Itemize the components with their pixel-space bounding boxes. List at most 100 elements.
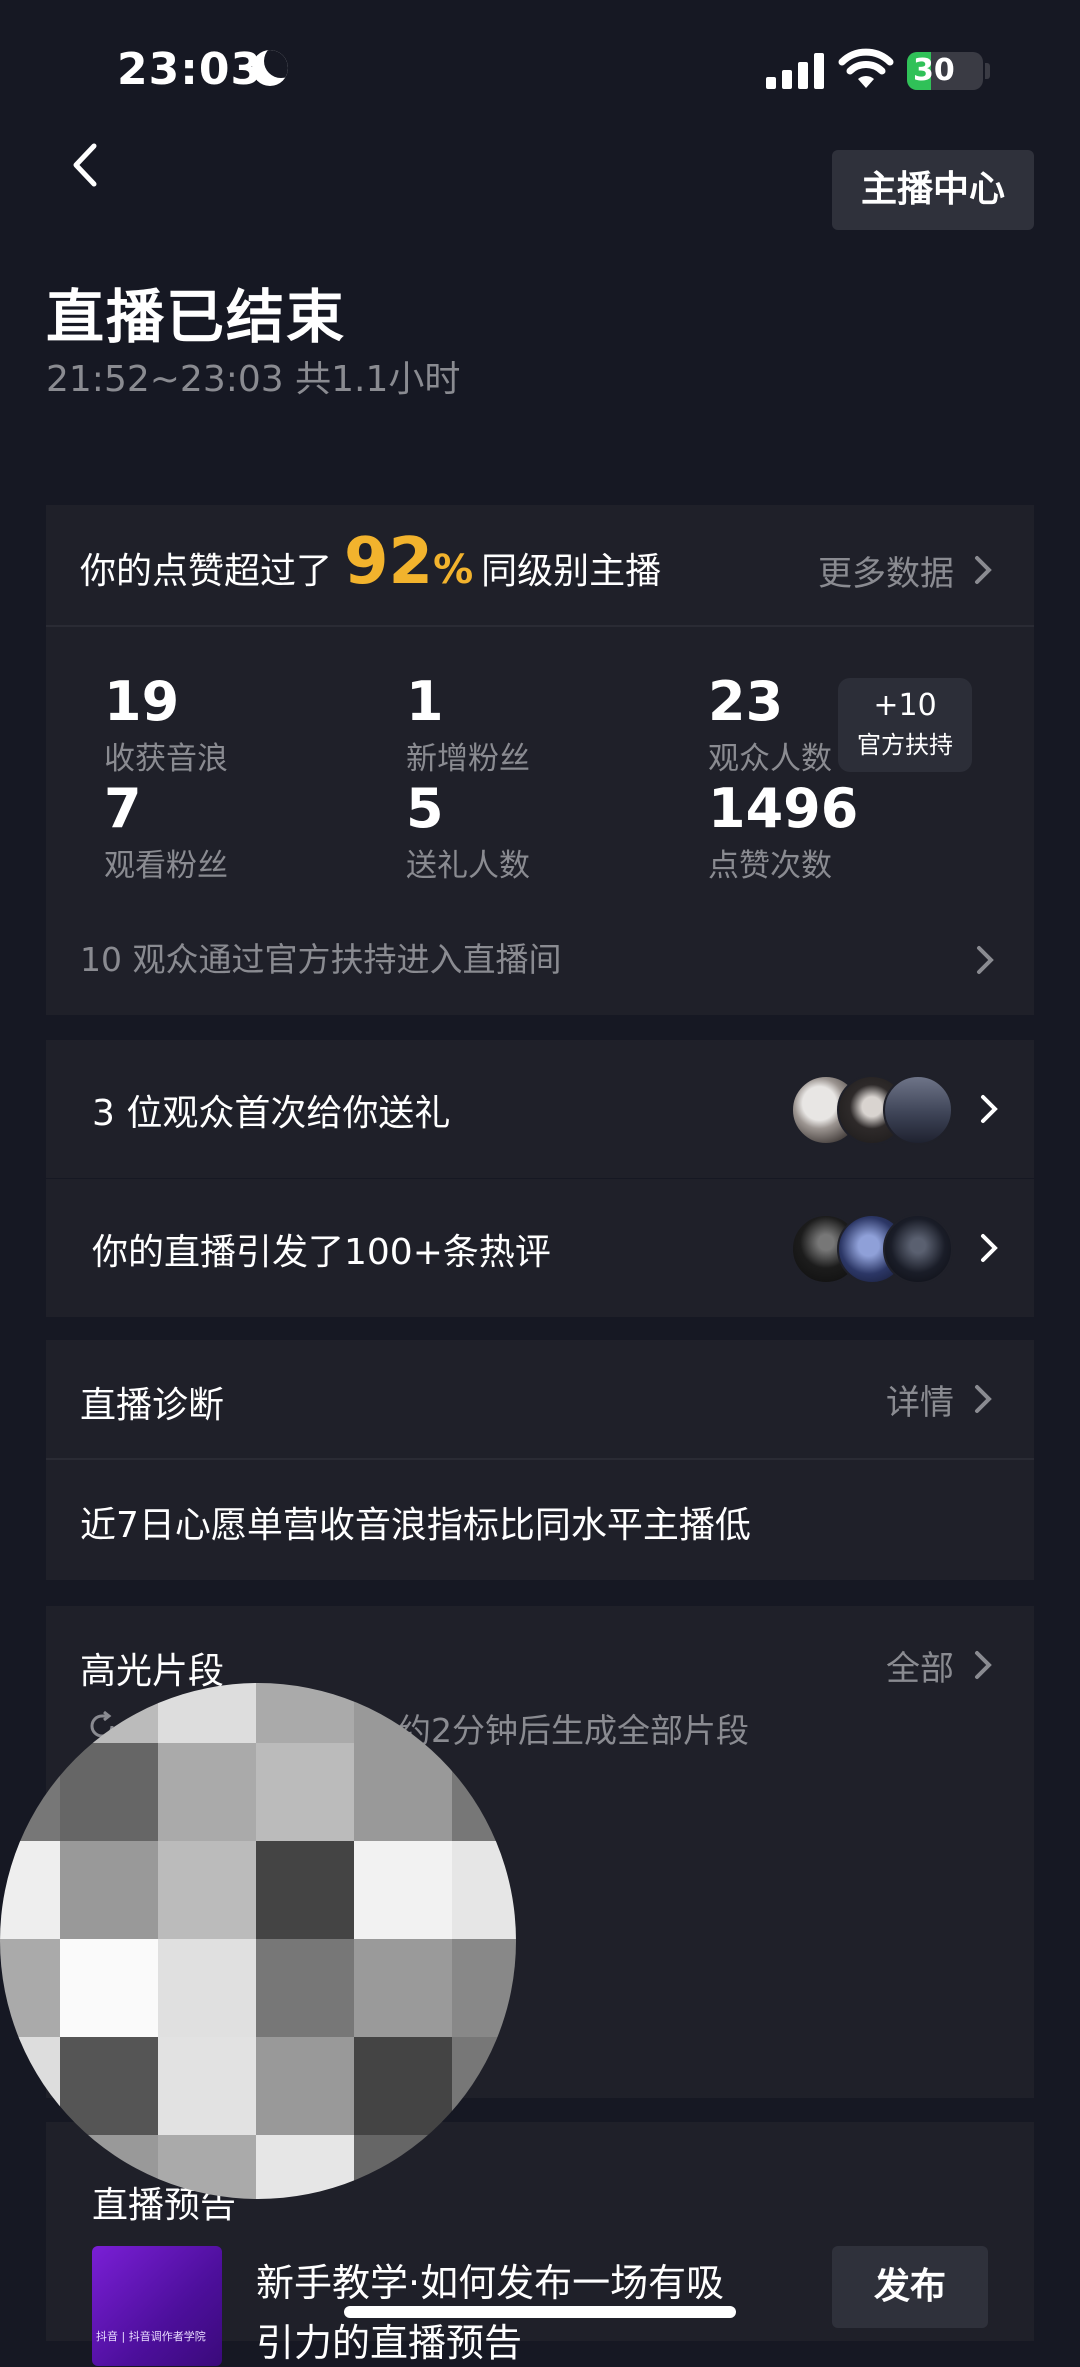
mosaic-cell <box>60 1683 158 1743</box>
mosaic-cell <box>452 1841 516 1939</box>
mosaic-cell <box>158 1743 256 1841</box>
status-bar: 23:03 30 <box>0 0 1080 140</box>
gifter-avatars <box>791 1075 953 1145</box>
divider <box>46 625 1034 627</box>
mosaic-cell <box>354 2037 452 2135</box>
stat-item: 19 收获音浪 <box>104 670 228 778</box>
more-data-link[interactable]: 更多数据 <box>818 545 992 595</box>
wifi-icon <box>838 48 894 88</box>
stat-value: 1496 <box>708 777 859 840</box>
summary-card: 你的点赞超过了 92 % 同级别主播 更多数据 19 收获音浪 1 新增粉丝 2… <box>46 505 1034 1015</box>
diagnosis-card: 直播诊断 详情 近7日心愿单营收音浪指标比同水平主播低 <box>46 1340 1034 1580</box>
mosaic-cell <box>60 2037 158 2135</box>
pixelated-overlay <box>0 1683 516 2199</box>
mosaic-cell <box>256 1841 354 1939</box>
preview-thumbnail[interactable]: 抖音 | 抖音调作者学院 <box>92 2246 222 2366</box>
mosaic-cell <box>158 1841 256 1939</box>
stat-value: 19 <box>104 670 180 733</box>
mosaic-cell <box>354 1939 452 2037</box>
mosaic-cell <box>0 1683 60 1743</box>
host-center-button[interactable]: 主播中心 <box>832 150 1034 230</box>
status-time: 23:03 <box>117 44 263 95</box>
stat-label: 点赞次数 <box>708 848 832 884</box>
likes-percent: 92 <box>344 525 434 599</box>
stat-value: 7 <box>104 777 142 840</box>
stat-item: 1496 点赞次数 <box>708 777 858 885</box>
stat-item: 5 送礼人数 <box>406 777 530 885</box>
highlights-all-link[interactable]: 全部 <box>886 1640 992 1690</box>
likes-suffix: 同级别主播 <box>481 551 662 592</box>
battery-icon: 30 <box>907 52 983 90</box>
stat-value: 5 <box>406 777 444 840</box>
chevron-right-icon <box>981 1234 998 1262</box>
mosaic-cell <box>256 1743 354 1841</box>
preview-text-line2: 引力的直播预告 <box>256 2321 523 2365</box>
mosaic-cell <box>158 2037 256 2135</box>
stat-label: 观众人数 <box>708 741 832 777</box>
first-gift-row[interactable]: 3 位观众首次给你送礼 <box>46 1040 1034 1178</box>
stat-value: 23 <box>708 670 784 733</box>
mosaic-cell <box>354 1841 452 1939</box>
official-support-text: 10 观众通过官方扶持进入直播间 <box>80 940 562 979</box>
diagnosis-details-link[interactable]: 详情 <box>886 1374 992 1424</box>
stat-label: 收获音浪 <box>104 741 228 777</box>
diagnosis-details-label: 详情 <box>886 1382 954 1423</box>
mosaic-cell <box>0 1743 60 1841</box>
hot-comments-label: 你的直播引发了100+条热评 <box>92 1232 551 1273</box>
diagnosis-text: 近7日心愿单营收音浪指标比同水平主播低 <box>80 1505 751 1546</box>
back-icon[interactable] <box>66 140 106 190</box>
mosaic-cell <box>60 1939 158 2037</box>
mosaic-cell <box>256 1939 354 2037</box>
more-data-label: 更多数据 <box>818 553 954 594</box>
mosaic-cell <box>354 1683 452 1743</box>
mosaic-cell <box>158 2135 256 2199</box>
stat-label: 送礼人数 <box>406 848 530 884</box>
mosaic-cell <box>0 1841 60 1939</box>
stat-item: 1 新增粉丝 <box>406 670 530 778</box>
divider <box>46 1458 1034 1460</box>
stat-label: 观看粉丝 <box>104 848 228 884</box>
stat-value: 1 <box>406 670 444 733</box>
mosaic-cell <box>354 2135 452 2199</box>
mosaic-cell <box>60 2135 158 2199</box>
mosaic-cell <box>452 1743 516 1841</box>
mosaic-cell <box>60 1841 158 1939</box>
diagnosis-title: 直播诊断 <box>80 1385 225 1426</box>
commenter-avatars <box>791 1214 953 1284</box>
mosaic-cell <box>256 2135 354 2199</box>
mosaic-cell <box>0 2037 60 2135</box>
mosaic-cell <box>158 1683 256 1743</box>
preview-text-line1: 新手教学·如何发布一场有吸 <box>256 2261 725 2305</box>
thumbnail-caption: 抖音 | 抖音调作者学院 <box>96 2330 206 2343</box>
publish-button[interactable]: 发布 <box>832 2246 988 2328</box>
likes-prefix: 你的点赞超过了 <box>80 551 333 592</box>
page-title: 直播已结束 <box>46 283 347 351</box>
hot-comments-row[interactable]: 你的直播引发了100+条热评 <box>46 1179 1034 1317</box>
chevron-right-icon <box>977 946 994 974</box>
chevron-right-icon <box>975 1385 992 1413</box>
mosaic-cell <box>354 1743 452 1841</box>
stat-item: 7 观看粉丝 <box>104 777 228 885</box>
mosaic-cell <box>452 2037 516 2135</box>
mosaic-cell <box>158 1939 256 2037</box>
mosaic-cell <box>0 2135 60 2199</box>
badge-label: 官方扶持 <box>857 731 953 759</box>
first-gift-label: 3 位观众首次给你送礼 <box>92 1093 451 1134</box>
stat-item: 23 观众人数 <box>708 670 832 778</box>
battery-level: 30 <box>913 53 955 88</box>
chevron-right-icon <box>975 556 992 584</box>
chevron-right-icon <box>975 1651 992 1679</box>
mosaic-cell <box>452 1939 516 2037</box>
chevron-right-icon <box>981 1095 998 1123</box>
stat-label: 新增粉丝 <box>406 741 530 777</box>
likes-percent-sign: % <box>433 547 474 593</box>
avatar <box>883 1075 953 1145</box>
avatar <box>883 1214 953 1284</box>
likes-compare: 你的点赞超过了 92 % 同级别主播 <box>80 525 661 605</box>
official-support-badge: +10 官方扶持 <box>838 678 972 772</box>
mosaic-cell <box>256 2037 354 2135</box>
official-support-row[interactable]: 10 观众通过官方扶持进入直播间 <box>80 925 1000 995</box>
mosaic-cell <box>256 1683 354 1743</box>
home-indicator[interactable] <box>344 2306 736 2318</box>
live-duration: 21:52~23:03 共1.1小时 <box>46 359 461 400</box>
